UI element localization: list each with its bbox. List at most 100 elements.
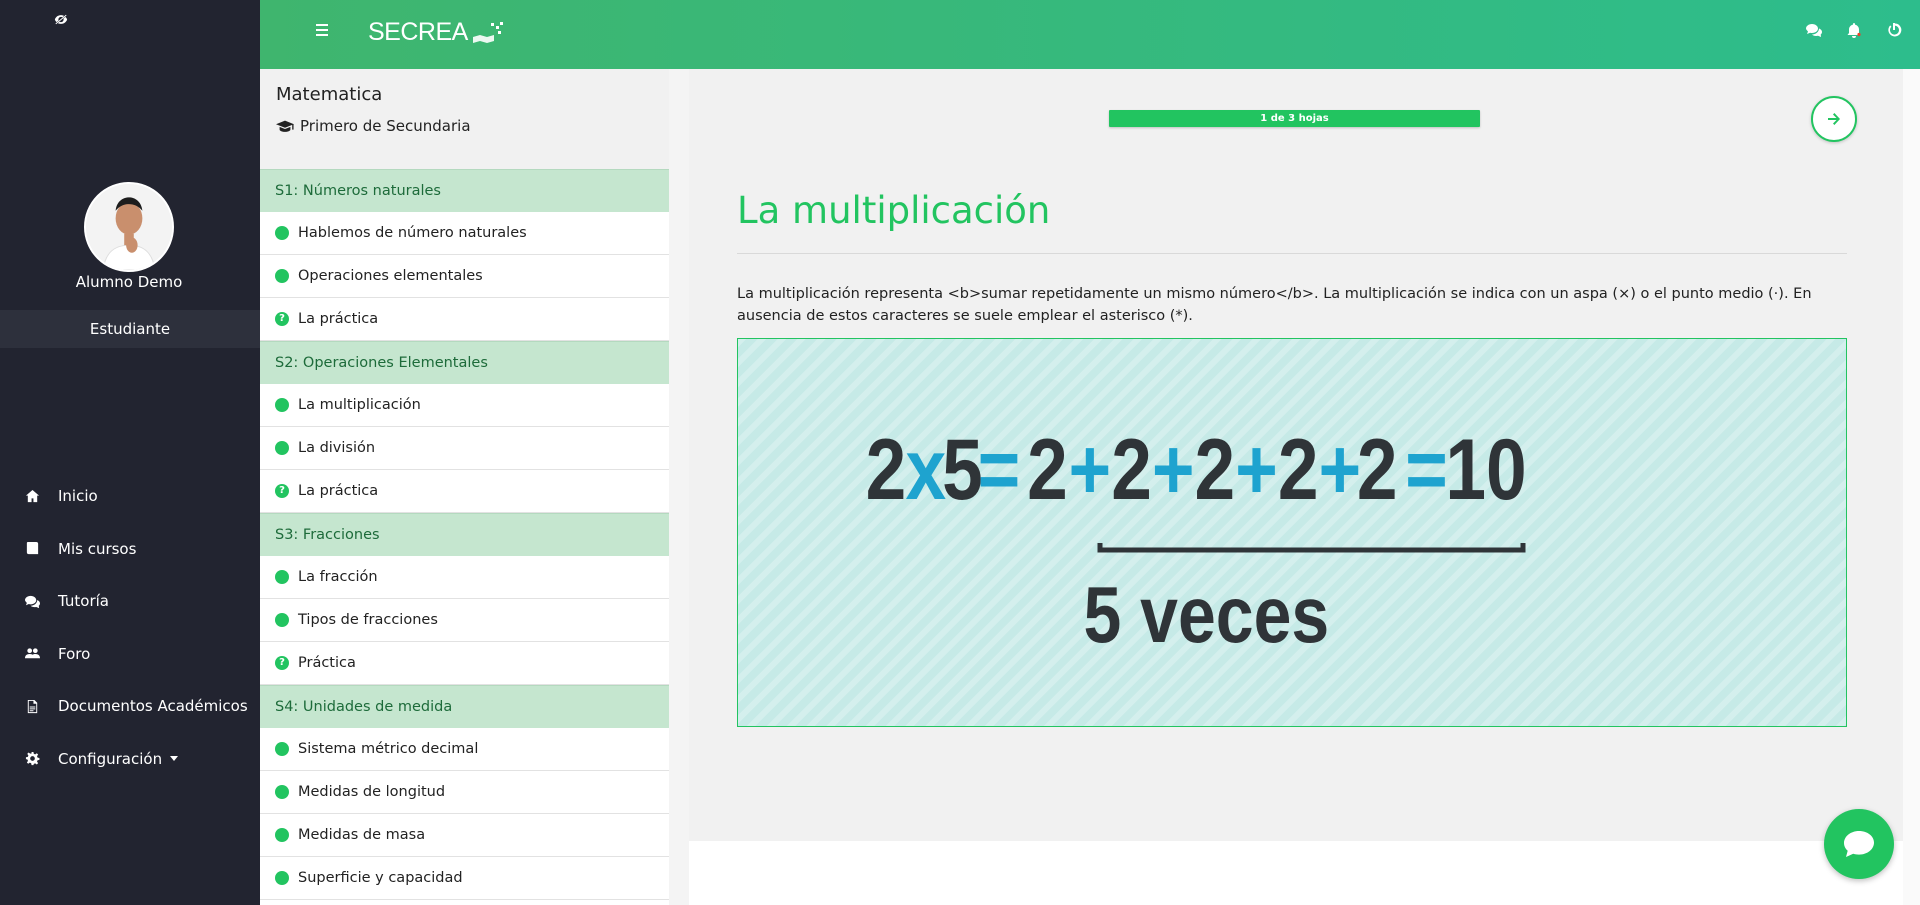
eq-token: =: [978, 421, 1021, 517]
status-dot-icon: [275, 828, 289, 842]
eq-token: 2: [1111, 421, 1152, 517]
lesson-label: Sistema métrico decimal: [298, 741, 479, 757]
status-dot-icon: [275, 269, 289, 283]
sidebar-item-tutoria[interactable]: Tutoría: [0, 575, 260, 628]
section-header[interactable]: S1: Números naturales: [260, 169, 669, 212]
question-circle-icon: ?: [275, 312, 289, 326]
lesson-item[interactable]: La fracción: [260, 556, 669, 599]
eq-token: x: [906, 421, 947, 517]
lesson-item[interactable]: Hablemos de número naturales: [260, 212, 669, 255]
course-outline: S1: Números naturales Hablemos de número …: [260, 169, 669, 900]
sidebar-item-label: Tutoría: [58, 592, 109, 611]
lesson-title: La multiplicación: [737, 189, 1051, 232]
lesson-label: La práctica: [298, 483, 379, 499]
course-grade: Primero de Secundaria: [276, 117, 653, 135]
gear-icon: [24, 751, 40, 767]
lesson-label: Operaciones elementales: [298, 268, 483, 284]
chat-fab-button[interactable]: [1824, 809, 1894, 879]
question-circle-icon: ?: [275, 484, 289, 498]
brand-mark-icon: [471, 21, 505, 45]
lesson-item[interactable]: Tipos de fracciones: [260, 599, 669, 642]
lesson-label: Medidas de masa: [298, 827, 426, 843]
panel-gap: [669, 69, 689, 905]
lesson-item[interactable]: Medidas de longitud: [260, 771, 669, 814]
course-grade-label: Primero de Secundaria: [300, 117, 471, 135]
underbrace: [1097, 543, 1526, 553]
topbar-actions: [1806, 22, 1904, 40]
sidebar-item-mis-cursos[interactable]: Mis cursos: [0, 523, 260, 576]
next-page-button[interactable]: [1811, 96, 1857, 142]
arrow-right-icon: [1828, 113, 1840, 125]
lesson-item[interactable]: La multiplicación: [260, 384, 669, 427]
eq-token: 5: [942, 421, 983, 517]
top-bar: SECREA: [260, 0, 1920, 69]
lesson-item[interactable]: Superficie y capacidad: [260, 857, 669, 900]
left-sidebar: Alumno Demo Estudiante Inicio Mis cursos…: [0, 0, 260, 905]
lesson-label: La fracción: [298, 569, 378, 585]
sidebar-nav: Inicio Mis cursos Tutoría Foro Documento…: [0, 470, 260, 785]
status-dot-icon: [275, 871, 289, 885]
home-icon: [24, 488, 40, 504]
lesson-item[interactable]: Operaciones elementales: [260, 255, 669, 298]
sidebar-item-foro[interactable]: Foro: [0, 628, 260, 681]
status-dot-icon: [275, 226, 289, 240]
sidebar-item-configuracion[interactable]: Configuración: [0, 733, 260, 786]
users-icon: [24, 646, 40, 662]
chat-bubble-icon: [1844, 831, 1874, 857]
status-dot-icon: [275, 613, 289, 627]
content-footer-area: [689, 841, 1903, 905]
avatar[interactable]: [84, 182, 174, 272]
power-icon[interactable]: [1886, 22, 1904, 40]
lesson-label: La práctica: [298, 311, 379, 327]
status-dot-icon: [275, 398, 289, 412]
eq-token: +: [1318, 421, 1361, 517]
caret-down-icon: [170, 756, 179, 762]
bell-icon[interactable]: [1846, 22, 1864, 40]
lesson-item[interactable]: Sistema métrico decimal: [260, 728, 669, 771]
title-divider: [737, 253, 1847, 254]
multiplication-illustration: 2 x 5 = 2 + 2 + 2 + 2 + 2 = 10 5 veces: [737, 338, 1847, 727]
status-dot-icon: [275, 570, 289, 584]
lesson-label: La división: [298, 440, 376, 456]
lesson-item[interactable]: Medidas de masa: [260, 814, 669, 857]
lesson-label: Superficie y capacidad: [298, 870, 463, 886]
lesson-item[interactable]: ? La práctica: [260, 470, 669, 513]
lesson-label: Práctica: [298, 655, 356, 671]
chat-icon[interactable]: [1806, 22, 1824, 40]
sidebar-item-label: Configuración: [58, 749, 163, 768]
course-title: Matematica: [276, 84, 383, 105]
brand-logo[interactable]: SECREA: [368, 18, 505, 47]
eye-slash-icon[interactable]: [54, 14, 70, 28]
section-header[interactable]: S2: Operaciones Elementales: [260, 341, 669, 384]
course-header: Matematica Primero de Secundaria: [260, 69, 669, 169]
lesson-label: Hablemos de número naturales: [298, 225, 527, 241]
lesson-label: Medidas de longitud: [298, 784, 446, 800]
eq-token: 2: [866, 421, 907, 517]
status-dot-icon: [275, 785, 289, 799]
lesson-label: La multiplicación: [298, 397, 421, 413]
sidebar-item-label: Inicio: [58, 487, 98, 506]
lesson-item[interactable]: ? Práctica: [260, 642, 669, 685]
scrollbar-track[interactable]: [1903, 69, 1920, 905]
status-dot-icon: [275, 742, 289, 756]
lesson-text: La multiplicación representa <b>sumar re…: [737, 286, 1812, 324]
eq-token: 2: [1027, 421, 1068, 517]
lesson-item[interactable]: La división: [260, 427, 669, 470]
role-badge: Estudiante: [0, 310, 260, 348]
eq-token: 10: [1445, 421, 1526, 517]
lesson-item[interactable]: ? La práctica: [260, 298, 669, 341]
sidebar-item-documentos[interactable]: Documentos Académicos: [0, 680, 260, 733]
menu-icon[interactable]: [316, 24, 328, 36]
brand-name: SECREA: [368, 18, 468, 46]
sidebar-item-inicio[interactable]: Inicio: [0, 470, 260, 523]
eq-token: 2: [1357, 421, 1398, 517]
eq-token: =: [1405, 421, 1448, 517]
comments-icon: [24, 593, 40, 609]
equation-graphic: 2 x 5 = 2 + 2 + 2 + 2 + 2 = 10 5 veces: [866, 421, 1527, 659]
question-circle-icon: ?: [275, 656, 289, 670]
eq-caption: 5 veces: [1083, 570, 1329, 659]
section-header[interactable]: S4: Unidades de medida: [260, 685, 669, 728]
section-header[interactable]: S3: Fracciones: [260, 513, 669, 556]
document-icon: [24, 698, 40, 714]
lesson-label: Tipos de fracciones: [298, 612, 438, 628]
